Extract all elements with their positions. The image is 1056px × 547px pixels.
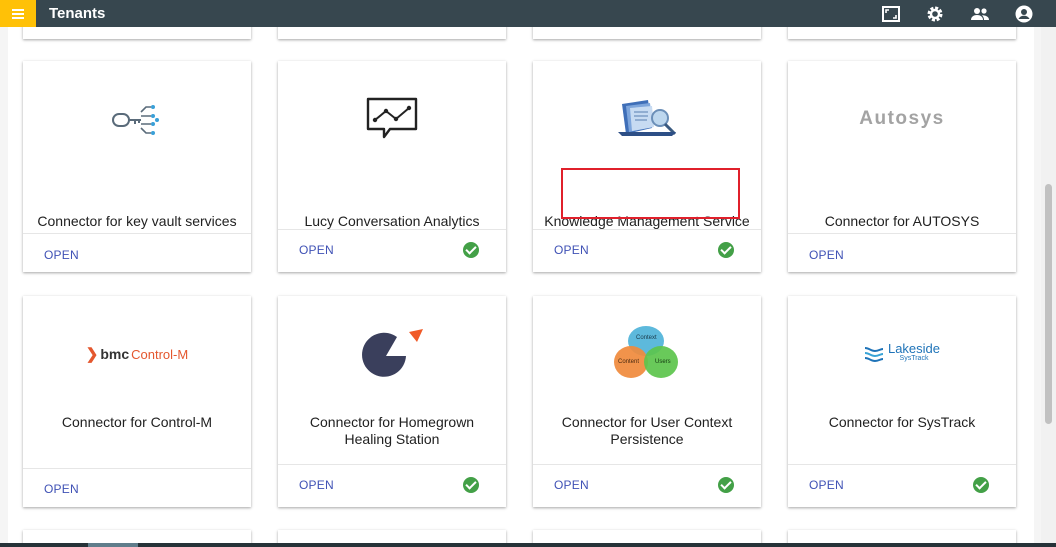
taskbar-segment: [88, 543, 138, 547]
hamburger-menu-button[interactable]: [0, 0, 36, 27]
card-partial: [278, 27, 506, 39]
settings-icon[interactable]: [924, 3, 946, 25]
highlight-box: [561, 168, 740, 219]
verified-check-icon: [718, 477, 734, 493]
card-partial: [278, 530, 506, 543]
tenant-card-homegrown[interactable]: Connector for Homegrown Healing Station …: [278, 296, 506, 507]
verified-check-icon: [463, 477, 479, 493]
card-title: Connector for key vault services: [37, 213, 237, 229]
top-app-bar: Tenants: [0, 0, 1056, 27]
card-title: Connector for User Context Persistence: [561, 414, 733, 447]
venn-label-content: Content: [618, 359, 640, 365]
card-divider: [23, 468, 251, 469]
tenant-card-systrack[interactable]: Lakeside SysTrack Connector for SysTrack…: [788, 296, 1016, 507]
venn-circles-icon: Context Content Users: [533, 326, 761, 382]
tenant-card-knowledge[interactable]: Knowledge Management Service OPEN: [533, 61, 761, 272]
card-title: Connector for Control-M: [61, 414, 213, 430]
open-link[interactable]: OPEN: [299, 243, 334, 257]
verified-check-icon: [973, 477, 989, 493]
tenant-grid: Connector for key vault services OPEN Lu…: [8, 27, 1034, 543]
account-icon[interactable]: [1013, 3, 1035, 25]
bottom-taskbar: [0, 543, 1056, 547]
open-link[interactable]: OPEN: [44, 482, 79, 496]
open-link[interactable]: OPEN: [554, 243, 589, 257]
open-link[interactable]: OPEN: [809, 478, 844, 492]
key-vault-icon: [23, 101, 251, 137]
bmc-logo-text: bmc: [100, 346, 130, 362]
card-divider: [788, 233, 1016, 234]
card-divider: [23, 233, 251, 234]
verified-check-icon: [718, 242, 734, 258]
card-partial: [23, 530, 251, 543]
card-divider: [533, 464, 761, 465]
card-partial: [788, 27, 1016, 39]
tenant-card-key-vault[interactable]: Connector for key vault services OPEN: [23, 61, 251, 272]
open-link[interactable]: OPEN: [299, 478, 334, 492]
card-divider: [788, 464, 1016, 465]
lakeside-systrack-logo: Lakeside SysTrack: [788, 340, 1016, 368]
card-partial: [533, 530, 761, 543]
card-divider: [278, 464, 506, 465]
people-icon[interactable]: [969, 3, 991, 25]
bmc-chevron-icon: ❯: [85, 346, 99, 363]
tenant-card-lucy[interactable]: Lucy Conversation Analytics OPEN: [278, 61, 506, 272]
analytics-chart-icon: [278, 97, 506, 139]
verified-check-icon: [463, 242, 479, 258]
scrollbar-thumb[interactable]: [1045, 184, 1052, 424]
autosys-logo: Autosys: [859, 108, 945, 129]
folders-magnifier-icon: [533, 97, 761, 139]
venn-label-context: Context: [636, 335, 657, 341]
card-partial: [788, 530, 1016, 543]
card-title: Lucy Conversation Analytics: [304, 213, 480, 229]
fullscreen-icon[interactable]: [880, 3, 902, 25]
card-divider: [278, 229, 506, 230]
card-title: Connector for Homegrown Healing Station: [309, 414, 475, 447]
card-divider: [533, 229, 761, 230]
lakeside-wave-icon: [864, 347, 884, 362]
tenant-card-control-m[interactable]: ❯ bmc Control-M Connector for Control-M …: [23, 296, 251, 507]
page-title: Tenants: [49, 5, 106, 22]
card-title: Connector for SysTrack: [828, 414, 976, 430]
lakeside-logo-text: Lakeside: [887, 341, 941, 356]
open-link[interactable]: OPEN: [809, 248, 844, 262]
bmc-control-m-logo: ❯ bmc Control-M: [23, 340, 251, 368]
card-partial: [23, 27, 251, 39]
tenant-card-autosys[interactable]: Autosys Connector for AUTOSYS OPEN: [788, 61, 1016, 272]
open-link[interactable]: OPEN: [554, 478, 589, 492]
card-partial: [533, 27, 761, 39]
card-title: Connector for AUTOSYS: [824, 213, 980, 229]
tenant-card-user-context[interactable]: Context Content Users Connector for User…: [533, 296, 761, 507]
pacman-arrow-icon: [278, 328, 506, 378]
venn-label-users: Users: [655, 359, 671, 365]
menu-icon: [12, 12, 24, 15]
open-link[interactable]: OPEN: [44, 248, 79, 262]
control-m-logo-text: Control-M: [131, 346, 189, 362]
